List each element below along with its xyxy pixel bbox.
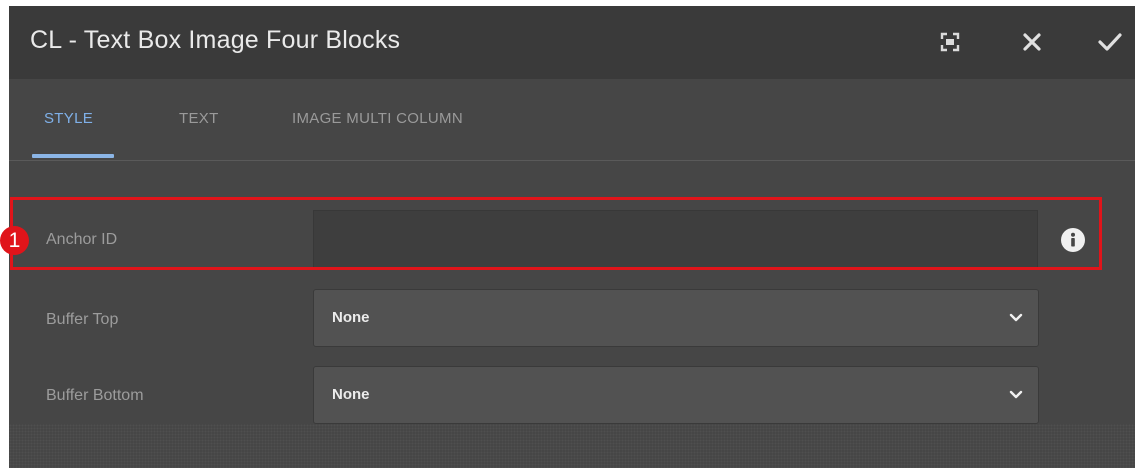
annotation-highlight-box — [10, 197, 1102, 270]
buffer-bottom-label: Buffer Bottom — [46, 387, 144, 404]
buffer-top-label: Buffer Top — [46, 311, 119, 328]
tab-text[interactable]: TEXT — [179, 110, 219, 127]
tab-style[interactable]: STYLE — [44, 110, 93, 127]
buffer-bottom-select[interactable]: None — [313, 366, 1039, 424]
chevron-down-icon — [1008, 310, 1024, 331]
buffer-top-value: None — [332, 309, 370, 326]
close-icon[interactable] — [1018, 28, 1046, 56]
buffer-top-select[interactable]: None — [313, 289, 1039, 347]
fullscreen-icon[interactable] — [936, 28, 964, 56]
tab-bar: STYLE TEXT IMAGE MULTI COLUMN — [9, 79, 1135, 161]
dialog-titlebar: CL - Text Box Image Four Blocks — [9, 6, 1135, 79]
dialog-title: CL - Text Box Image Four Blocks — [30, 26, 401, 54]
chevron-down-icon — [1008, 387, 1024, 408]
active-tab-indicator — [32, 154, 114, 158]
bottom-fade-overlay — [9, 424, 1135, 468]
annotation-callout-number: 1 — [0, 226, 29, 255]
checkmark-icon[interactable] — [1096, 28, 1124, 56]
buffer-bottom-value: None — [332, 386, 370, 403]
tab-image-multi-column[interactable]: IMAGE MULTI COLUMN — [292, 110, 463, 127]
